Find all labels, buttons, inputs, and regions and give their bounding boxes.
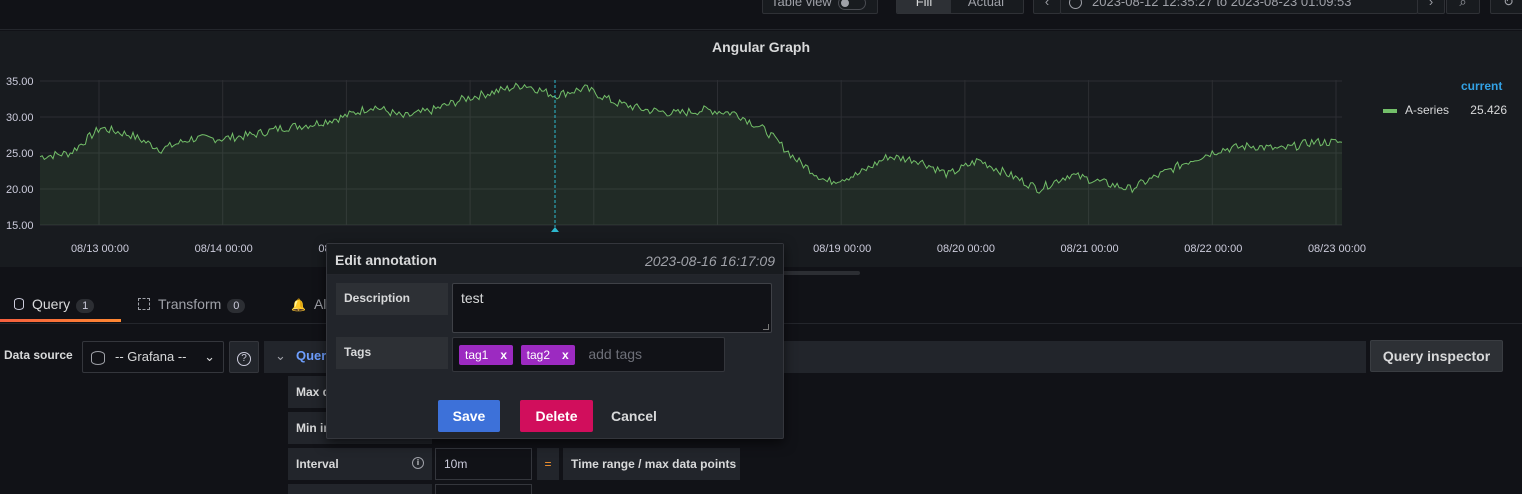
time-range-text: 2023-08-12 12:35:27 to 2023-08-23 01:09:… [1092,0,1352,9]
tab-query[interactable]: Query 1 [14,296,95,313]
x-tick-label: 08/19 00:00 [813,243,871,255]
description-label: Description [336,283,448,315]
x-tick-label: 08/23 00:00 [1308,243,1366,255]
database-icon [14,298,24,310]
y-tick-label: 30.00 [6,112,34,124]
dashboard-toolbar: Table view Fill Actual ‹ 2023-08-12 12:35… [0,0,1522,30]
tab-transform-label: Transform [158,296,222,312]
chevron-left-icon: ‹ [1044,0,1050,9]
delete-button[interactable]: Delete [520,400,593,432]
remove-tag-icon[interactable]: x [500,348,507,362]
tab-alert[interactable]: 🔔 Al [291,296,326,312]
save-button[interactable]: Save [438,400,500,432]
interval-value: 10m [435,448,532,480]
dialog-title: Edit annotation [335,252,437,268]
refresh-icon: ↻ [1503,0,1514,9]
description-text: test [461,290,484,306]
zoom-out-button[interactable]: ⌕ [1446,0,1480,14]
legend-series-item[interactable]: A-series 25.426 [1383,103,1513,117]
y-tick-label: 35.00 [6,76,34,88]
y-tick-label: 15.00 [6,220,34,232]
bell-icon: 🔔 [291,298,306,312]
legend-series-name: A-series [1405,103,1450,117]
graph-panel: Angular Graph 35.00 30.00 25.00 20.00 15.00 … [0,31,1522,267]
active-tab-indicator [0,319,121,322]
description-textarea[interactable]: test [452,283,772,333]
interval-note: Time range / max data points [563,448,740,480]
tab-query-count: 1 [76,299,95,313]
datasource-help-button[interactable]: ? [229,341,259,373]
tab-transform-count: 0 [227,299,246,313]
refresh-button[interactable]: ↻ [1490,0,1522,14]
x-tick-label: 08/22 00:00 [1184,243,1242,255]
graph-canvas[interactable]: 35.00 30.00 25.00 20.00 15.00 08/13 00:00 08/… [0,31,1522,267]
x-tick-label: 08/20 00:00 [937,243,995,255]
relative-time-label [288,484,432,494]
toggle-switch-icon [837,0,866,10]
dialog-header: Edit annotation 2023-08-16 16:17:09 [327,244,783,275]
fill-button[interactable]: Fill [897,0,951,13]
query-inspector-button[interactable]: Query inspector [1370,340,1503,372]
datasource-value: -- Grafana -- [115,349,187,364]
time-forward-button[interactable]: › [1417,0,1445,14]
x-tick-label: 08/14 00:00 [195,243,253,255]
y-tick-label: 20.00 [6,184,34,196]
relative-time-input[interactable] [435,484,532,494]
table-view-label: Table view [771,0,832,9]
chevron-down-icon: ⌄ [204,349,215,364]
tab-query-label: Query [32,296,71,312]
tab-alert-label: Al [313,296,327,312]
interval-label-text: Interval [296,457,339,471]
transform-icon [138,298,150,310]
table-view-toggle[interactable]: Table view [762,0,878,14]
time-range-picker[interactable]: 2023-08-12 12:35:27 to 2023-08-23 01:09:… [1060,0,1418,14]
query-title[interactable]: Quer [296,348,326,363]
annotation-marker-icon [551,227,559,232]
legend-swatch-icon [1383,108,1397,113]
clock-icon [1069,0,1082,10]
tag-label: tag1 [465,348,489,362]
chevron-right-icon: › [1428,0,1434,9]
legend-series-value: 25.426 [1470,103,1507,117]
y-tick-label: 25.00 [6,148,34,160]
database-icon [91,350,105,365]
annotation-timestamp: 2023-08-16 16:17:09 [645,253,775,269]
legend-header-current[interactable]: current [1461,79,1502,93]
edit-annotation-dialog: Edit annotation 2023-08-16 16:17:09 Desc… [326,243,784,439]
search-icon: ⌕ [1459,0,1467,9]
tags-input[interactable]: tag1 x tag2 x add tags [452,337,725,372]
remove-tag-icon[interactable]: x [562,348,569,362]
datasource-label: Data source [4,348,73,362]
x-tick-label: 08/21 00:00 [1061,243,1119,255]
time-back-button[interactable]: ‹ [1033,0,1061,14]
actual-button[interactable]: Actual [951,0,1021,13]
cancel-button[interactable]: Cancel [609,400,659,432]
series-area [40,83,1342,225]
y-axis: 35.00 30.00 25.00 20.00 15.00 [6,76,34,232]
fill-actual-switch: Fill Actual [896,0,1024,14]
add-tags-placeholder[interactable]: add tags [588,346,642,362]
help-icon: ? [237,352,251,366]
tag-label: tag2 [526,348,551,362]
interval-label: Interval i [288,448,432,480]
tag-chip: tag1 x [459,345,514,365]
x-tick-label: 08/13 00:00 [71,243,129,255]
resize-grip-icon[interactable] [763,324,769,330]
tab-transform[interactable]: Transform 0 [138,296,246,313]
collapse-chevron-icon[interactable]: ⌄ [275,348,286,364]
tags-label: Tags [336,337,448,369]
info-icon[interactable]: i [412,457,424,469]
interval-equals: = [537,448,559,480]
datasource-select[interactable]: -- Grafana -- ⌄ [82,341,224,373]
tag-chip: tag2 x [520,345,575,365]
